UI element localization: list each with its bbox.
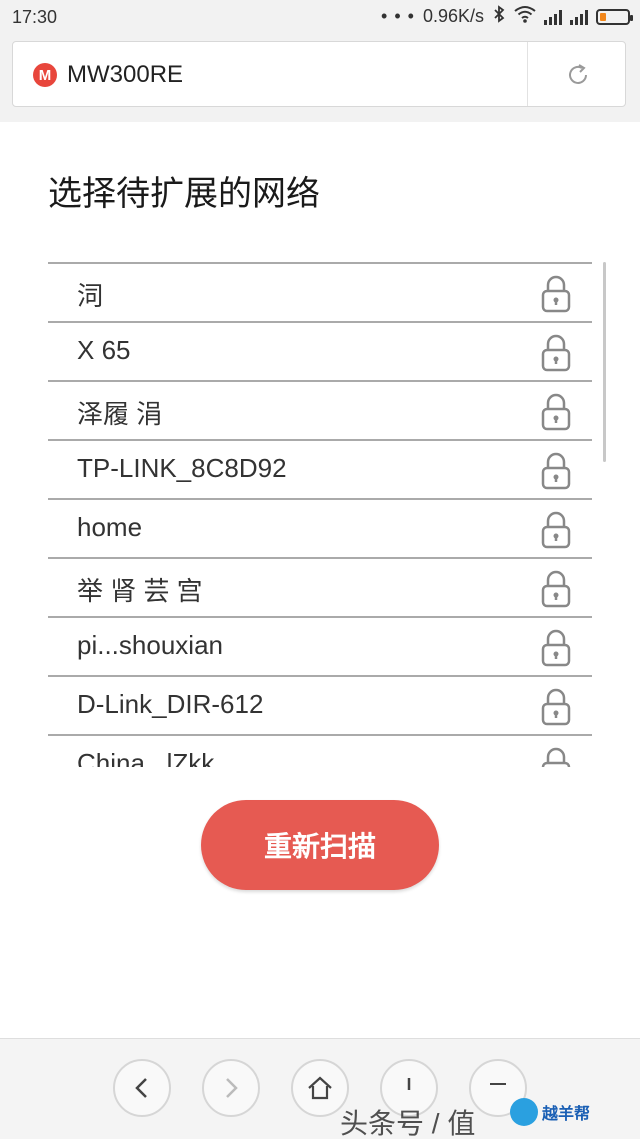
watermark-text: 头条号 / 值	[340, 1108, 476, 1139]
address-divider	[527, 42, 528, 106]
corner-logo: 越羊帮	[510, 1098, 590, 1126]
page-url-title[interactable]: MW300RE	[67, 61, 183, 89]
network-name: 泽履 涓	[77, 399, 163, 429]
lock-icon	[540, 569, 572, 609]
bluetooth-icon	[492, 5, 506, 28]
browser-top-bar: M MW300RE	[0, 34, 640, 122]
network-row[interactable]: TP-LINK_8C8D92	[48, 441, 592, 500]
network-name: 举 肾 芸 宫	[77, 576, 203, 606]
network-name: China...lZkk	[77, 748, 215, 767]
tabs-icon	[407, 1078, 411, 1090]
network-name: TP-LINK_8C8D92	[77, 453, 287, 483]
lock-icon	[540, 333, 572, 373]
network-name: home	[77, 512, 143, 542]
reload-icon[interactable]	[565, 62, 591, 88]
network-name: X 65	[77, 335, 131, 365]
network-row[interactable]: China...lZkk	[48, 736, 592, 767]
network-row[interactable]: home	[48, 500, 592, 559]
network-row[interactable]: 泀	[48, 264, 592, 323]
status-time: 17:30	[12, 7, 58, 27]
site-logo-icon: M	[33, 63, 57, 87]
network-row[interactable]: X 65	[48, 323, 592, 382]
network-row[interactable]: pi...shouxian	[48, 618, 592, 677]
network-speed: 0.96K/s	[422, 6, 484, 26]
lock-icon	[540, 392, 572, 432]
lock-icon	[540, 628, 572, 668]
lock-icon	[540, 451, 572, 491]
signal-icon-2	[570, 9, 588, 25]
home-icon	[308, 1076, 332, 1100]
scrollbar[interactable]	[603, 262, 606, 462]
network-name: 泀	[77, 281, 104, 311]
network-row[interactable]: 泽履 涓	[48, 382, 592, 441]
lock-icon	[540, 746, 572, 767]
status-icons: • • • 0.96K/s	[381, 5, 633, 28]
network-name: pi...shouxian	[77, 630, 223, 660]
network-list[interactable]: 泀 X 65 泽履 涓 TP-LINK_8C8D92home 举 肾 芸 宫 pi...s…	[48, 262, 592, 767]
network-row[interactable]: 举 肾 芸 宫	[48, 559, 592, 618]
lock-icon	[540, 274, 572, 314]
network-row[interactable]: D-Link_DIR-612	[48, 677, 592, 736]
page-title: 选择待扩展的网络	[48, 175, 320, 213]
rescan-button[interactable]: 重新扫描	[201, 800, 439, 890]
forward-button[interactable]	[202, 1059, 260, 1117]
wifi-icon	[514, 5, 536, 28]
lock-icon	[540, 687, 572, 727]
chevron-left-icon	[135, 1078, 147, 1098]
corner-logo-text: 越羊帮	[542, 1106, 591, 1123]
address-bar[interactable]: M MW300RE	[12, 41, 626, 107]
corner-logo-icon	[510, 1098, 538, 1126]
back-button[interactable]	[113, 1059, 171, 1117]
battery-icon	[596, 8, 633, 25]
lock-icon	[540, 510, 572, 550]
notification-dots: • • •	[381, 6, 415, 26]
signal-icon	[544, 9, 562, 25]
chevron-right-icon	[226, 1078, 238, 1098]
network-name: D-Link_DIR-612	[77, 689, 264, 719]
menu-icon	[490, 1083, 506, 1085]
status-bar: 17:30 • • • 0.96K/s	[0, 0, 640, 34]
